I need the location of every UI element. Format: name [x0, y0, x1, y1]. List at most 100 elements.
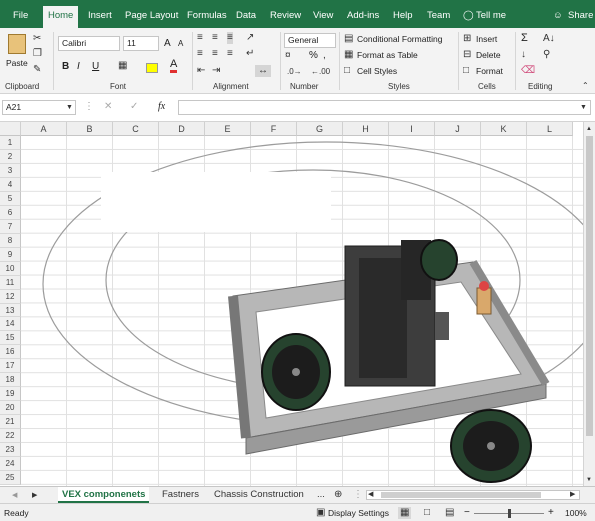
- cell-styles-button[interactable]: Cell Styles: [357, 66, 397, 76]
- next-sheet-icon[interactable]: ▶: [32, 490, 37, 502]
- wrap-text-icon[interactable]: ↵: [246, 48, 254, 60]
- align-middle-icon[interactable]: ≡: [212, 32, 218, 44]
- column-header-c[interactable]: C: [113, 122, 159, 136]
- tab-team[interactable]: Team: [427, 6, 450, 28]
- clear-icon[interactable]: ⌫: [521, 65, 535, 77]
- row-header-3[interactable]: 3: [0, 163, 21, 178]
- row-header-1[interactable]: 1: [0, 136, 21, 150]
- percent-button[interactable]: %: [309, 50, 318, 61]
- tell-me-search[interactable]: Tell me: [476, 6, 506, 28]
- sheet-tab-fastners[interactable]: Fastners: [158, 487, 203, 503]
- row-header-6[interactable]: 6: [0, 205, 21, 220]
- column-header-k[interactable]: K: [481, 122, 527, 136]
- row-header-24[interactable]: 24: [0, 457, 21, 472]
- page-layout-view-icon[interactable]: □: [424, 507, 430, 519]
- conditional-formatting-button[interactable]: Conditional Formatting: [357, 34, 443, 44]
- tab-review[interactable]: Review: [270, 6, 301, 28]
- zoom-slider-thumb[interactable]: [508, 509, 511, 518]
- align-right-icon[interactable]: ≡: [227, 48, 233, 60]
- row-header-10[interactable]: 10: [0, 261, 21, 276]
- column-header-d[interactable]: D: [159, 122, 205, 136]
- font-size-select[interactable]: 11: [123, 36, 159, 51]
- display-settings-button[interactable]: Display Settings: [328, 508, 389, 518]
- sheet-tab-chassis-construction[interactable]: Chassis Construction: [210, 487, 308, 503]
- row-header-20[interactable]: 20: [0, 401, 21, 416]
- row-header-17[interactable]: 17: [0, 359, 21, 374]
- cut-icon[interactable]: ✂: [33, 33, 41, 45]
- tab-view[interactable]: View: [313, 6, 333, 28]
- borders-icon[interactable]: ▦: [118, 60, 127, 72]
- zoom-in-button[interactable]: +: [548, 507, 554, 518]
- row-header-8[interactable]: 8: [0, 233, 21, 248]
- row-header-7[interactable]: 7: [0, 219, 21, 234]
- fill-color-icon[interactable]: [146, 63, 158, 73]
- tab-page-layout[interactable]: Page Layout: [125, 6, 178, 28]
- copy-icon[interactable]: ❐: [33, 48, 42, 60]
- increase-font-button[interactable]: A: [164, 38, 171, 49]
- h-scroll-thumb[interactable]: [381, 492, 541, 498]
- increase-indent-icon[interactable]: ⇥: [212, 65, 220, 77]
- column-header-b[interactable]: B: [67, 122, 113, 136]
- merge-center-icon[interactable]: ↔: [255, 65, 271, 77]
- decrease-decimal-icon[interactable]: ←.00: [311, 66, 330, 78]
- fill-icon[interactable]: ↓: [521, 49, 526, 61]
- row-header-2[interactable]: 2: [0, 149, 21, 164]
- sheet-tab-vex-components[interactable]: VEX componenets: [58, 487, 150, 503]
- sort-filter-icon[interactable]: A↓: [543, 33, 555, 45]
- row-header-5[interactable]: 5: [0, 191, 21, 206]
- comma-icon[interactable]: ,: [323, 50, 326, 62]
- align-center-icon[interactable]: ≡: [212, 48, 218, 60]
- chevron-down-icon[interactable]: ▼: [66, 102, 73, 114]
- column-header-g[interactable]: G: [297, 122, 343, 136]
- vertical-scrollbar[interactable]: ▲ ▼: [583, 122, 595, 486]
- row-header-21[interactable]: 21: [0, 415, 21, 430]
- formula-input[interactable]: [178, 100, 591, 115]
- normal-view-icon[interactable]: ▦: [398, 507, 412, 519]
- enter-icon[interactable]: ✓: [130, 101, 138, 113]
- row-header-25[interactable]: 25: [0, 471, 21, 485]
- tab-home[interactable]: Home: [43, 6, 79, 28]
- column-header-f[interactable]: F: [251, 122, 297, 136]
- name-box[interactable]: A21: [2, 100, 76, 115]
- tab-insert[interactable]: Insert: [88, 6, 112, 28]
- scroll-right-icon[interactable]: ▶: [570, 489, 575, 501]
- zoom-level[interactable]: 100%: [565, 508, 587, 518]
- currency-icon[interactable]: ¤: [285, 50, 291, 62]
- format-painter-icon[interactable]: ✎: [33, 64, 41, 76]
- row-header-4[interactable]: 4: [0, 177, 21, 192]
- insert-cells-button[interactable]: Insert: [476, 34, 497, 44]
- autosum-button[interactable]: Σ: [521, 32, 528, 44]
- row-header-12[interactable]: 12: [0, 289, 21, 304]
- orientation-icon[interactable]: ↗: [246, 32, 254, 44]
- share-button[interactable]: Share: [568, 6, 593, 28]
- tab-add-ins[interactable]: Add-ins: [347, 6, 379, 28]
- tab-formulas[interactable]: Formulas: [187, 6, 227, 28]
- column-header-l[interactable]: L: [527, 122, 573, 136]
- format-cells-button[interactable]: Format: [476, 66, 503, 76]
- column-header-i[interactable]: I: [389, 122, 435, 136]
- horizontal-scrollbar[interactable]: ◀ ▶: [366, 490, 580, 500]
- scroll-up-icon[interactable]: ▲: [586, 123, 592, 135]
- bold-button[interactable]: B: [62, 61, 69, 72]
- collapse-ribbon-icon[interactable]: ⌃: [582, 80, 589, 92]
- font-name-select[interactable]: Calibri: [58, 36, 120, 51]
- row-header-11[interactable]: 11: [0, 275, 21, 290]
- align-top-icon[interactable]: ≡: [197, 32, 203, 44]
- decrease-indent-icon[interactable]: ⇤: [197, 65, 205, 77]
- column-header-a[interactable]: A: [21, 122, 67, 136]
- row-header-23[interactable]: 23: [0, 443, 21, 458]
- robot-picture[interactable]: [21, 136, 583, 486]
- column-header-j[interactable]: J: [435, 122, 481, 136]
- row-header-9[interactable]: 9: [0, 247, 21, 262]
- italic-button[interactable]: I: [77, 61, 80, 72]
- prev-sheet-icon[interactable]: ◀: [12, 490, 17, 502]
- page-break-view-icon[interactable]: ▤: [445, 507, 454, 519]
- row-header-13[interactable]: 13: [0, 303, 21, 318]
- decrease-font-button[interactable]: A: [178, 39, 183, 48]
- number-format-select[interactable]: General: [284, 33, 336, 48]
- tab-data[interactable]: Data: [236, 6, 256, 28]
- row-header-14[interactable]: 14: [0, 317, 21, 332]
- align-bottom-icon[interactable]: ≡: [227, 32, 233, 44]
- tab-file[interactable]: File: [13, 6, 28, 28]
- row-header-18[interactable]: 18: [0, 373, 21, 388]
